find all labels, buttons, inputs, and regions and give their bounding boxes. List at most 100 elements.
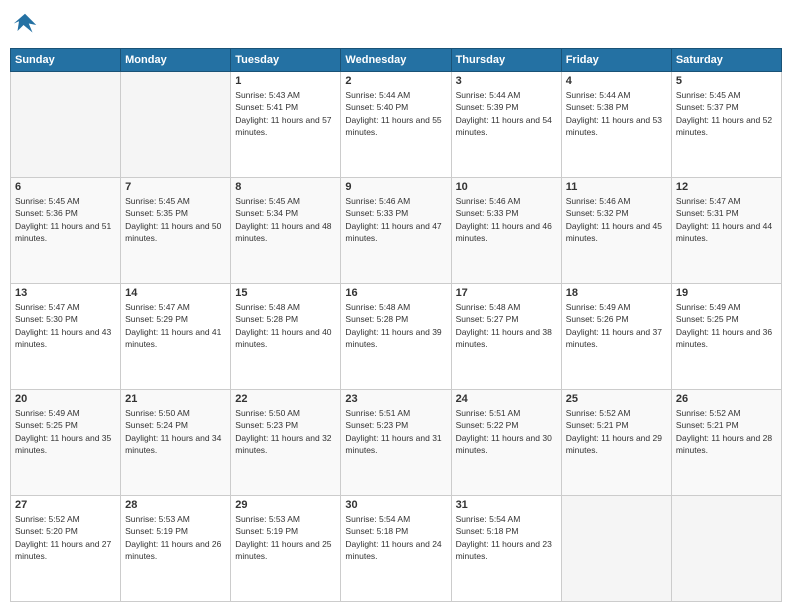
day-info: Sunrise: 5:44 AM Sunset: 5:40 PM Dayligh…	[345, 89, 446, 138]
day-info: Sunrise: 5:46 AM Sunset: 5:32 PM Dayligh…	[566, 195, 667, 244]
day-cell	[11, 72, 121, 178]
day-cell: 10 Sunrise: 5:46 AM Sunset: 5:33 PM Dayli…	[451, 178, 561, 284]
day-cell: 11 Sunrise: 5:46 AM Sunset: 5:32 PM Dayli…	[561, 178, 671, 284]
day-cell: 23Sunrise: 5:51 AM Sunset: 5:23 PM Dayli…	[341, 390, 451, 496]
calendar-table: SundayMondayTuesdayWednesdayThursdayFrid…	[10, 48, 782, 602]
header	[10, 10, 782, 40]
day-info: Sunrise: 5:53 AM Sunset: 5:19 PM Dayligh…	[235, 513, 336, 562]
day-cell: 6 Sunrise: 5:45 AM Sunset: 5:36 PM Daylig…	[11, 178, 121, 284]
day-number: 2	[345, 75, 446, 87]
week-row-5: 27 Sunrise: 5:52 AM Sunset: 5:20 PM Dayli…	[11, 496, 782, 602]
day-header-sunday: Sunday	[11, 49, 121, 72]
week-row-3: 13 Sunrise: 5:47 AM Sunset: 5:30 PM Dayli…	[11, 284, 782, 390]
day-info: Sunrise: 5:43 AM Sunset: 5:41 PM Dayligh…	[235, 89, 336, 138]
day-number: 29	[235, 499, 336, 511]
day-number: 19	[676, 287, 777, 299]
day-info: Sunrise: 5:44 AM Sunset: 5:38 PM Dayligh…	[566, 89, 667, 138]
logo-icon	[10, 10, 40, 40]
day-number: 27	[15, 499, 116, 511]
day-number: 6	[15, 181, 116, 193]
day-cell: 22 Sunrise: 5:50 AM Sunset: 5:23 PM Dayli…	[231, 390, 341, 496]
day-info: Sunrise: 5:45 AM Sunset: 5:35 PM Dayligh…	[125, 195, 226, 244]
day-info: Sunrise: 5:49 AM Sunset: 5:26 PM Dayligh…	[566, 301, 667, 350]
day-header-wednesday: Wednesday	[341, 49, 451, 72]
day-header-saturday: Saturday	[671, 49, 781, 72]
day-info: Sunrise: 5:44 AM Sunset: 5:39 PM Dayligh…	[456, 89, 557, 138]
day-number: 5	[676, 75, 777, 87]
day-cell: 19 Sunrise: 5:49 AM Sunset: 5:25 PM Dayli…	[671, 284, 781, 390]
day-number: 18	[566, 287, 667, 299]
day-info: Sunrise: 5:45 AM Sunset: 5:36 PM Dayligh…	[15, 195, 116, 244]
day-cell: 16 Sunrise: 5:48 AM Sunset: 5:28 PM Dayli…	[341, 284, 451, 390]
day-info: Sunrise: 5:45 AM Sunset: 5:34 PM Dayligh…	[235, 195, 336, 244]
day-header-friday: Friday	[561, 49, 671, 72]
day-number: 14	[125, 287, 226, 299]
day-number: 3	[456, 75, 557, 87]
day-cell: 25Sunrise: 5:52 AM Sunset: 5:21 PM Dayli…	[561, 390, 671, 496]
day-info: Sunrise: 5:54 AM Sunset: 5:18 PM Dayligh…	[456, 513, 557, 562]
day-number: 22	[235, 393, 336, 405]
day-info: Sunrise: 5:48 AM Sunset: 5:28 PM Dayligh…	[345, 301, 446, 350]
day-number: 21	[125, 393, 226, 405]
day-info: Sunrise: 5:50 AM Sunset: 5:24 PM Dayligh…	[125, 407, 226, 456]
day-info: Sunrise: 5:47 AM Sunset: 5:30 PM Dayligh…	[15, 301, 116, 350]
day-info: Sunrise: 5:54 AM Sunset: 5:18 PM Dayligh…	[345, 513, 446, 562]
day-cell: 8 Sunrise: 5:45 AM Sunset: 5:34 PM Daylig…	[231, 178, 341, 284]
day-info: Sunrise: 5:52 AM Sunset: 5:20 PM Dayligh…	[15, 513, 116, 562]
day-number: 4	[566, 75, 667, 87]
week-row-2: 6 Sunrise: 5:45 AM Sunset: 5:36 PM Daylig…	[11, 178, 782, 284]
day-cell: 12Sunrise: 5:47 AM Sunset: 5:31 PM Dayli…	[671, 178, 781, 284]
day-number: 11	[566, 181, 667, 193]
day-info: Sunrise: 5:49 AM Sunset: 5:25 PM Dayligh…	[676, 301, 777, 350]
day-cell: 2 Sunrise: 5:44 AM Sunset: 5:40 PM Daylig…	[341, 72, 451, 178]
day-number: 17	[456, 287, 557, 299]
day-info: Sunrise: 5:51 AM Sunset: 5:22 PM Dayligh…	[456, 407, 557, 456]
day-cell: 4 Sunrise: 5:44 AM Sunset: 5:38 PM Daylig…	[561, 72, 671, 178]
day-cell: 3 Sunrise: 5:44 AM Sunset: 5:39 PM Daylig…	[451, 72, 561, 178]
day-cell: 20 Sunrise: 5:49 AM Sunset: 5:25 PM Dayli…	[11, 390, 121, 496]
day-number: 26	[676, 393, 777, 405]
day-number: 10	[456, 181, 557, 193]
day-number: 16	[345, 287, 446, 299]
day-number: 8	[235, 181, 336, 193]
day-cell: 30 Sunrise: 5:54 AM Sunset: 5:18 PM Dayli…	[341, 496, 451, 602]
day-header-tuesday: Tuesday	[231, 49, 341, 72]
day-cell: 28 Sunrise: 5:53 AM Sunset: 5:19 PM Dayli…	[121, 496, 231, 602]
day-info: Sunrise: 5:46 AM Sunset: 5:33 PM Dayligh…	[456, 195, 557, 244]
day-number: 30	[345, 499, 446, 511]
day-number: 15	[235, 287, 336, 299]
day-info: Sunrise: 5:48 AM Sunset: 5:28 PM Dayligh…	[235, 301, 336, 350]
day-number: 9	[345, 181, 446, 193]
day-cell: 17Sunrise: 5:48 AM Sunset: 5:27 PM Dayli…	[451, 284, 561, 390]
day-info: Sunrise: 5:50 AM Sunset: 5:23 PM Dayligh…	[235, 407, 336, 456]
logo	[10, 10, 44, 40]
day-info: Sunrise: 5:53 AM Sunset: 5:19 PM Dayligh…	[125, 513, 226, 562]
day-cell	[561, 496, 671, 602]
week-row-1: 1Sunrise: 5:43 AM Sunset: 5:41 PM Daylig…	[11, 72, 782, 178]
day-cell: 14 Sunrise: 5:47 AM Sunset: 5:29 PM Dayli…	[121, 284, 231, 390]
day-cell: 13 Sunrise: 5:47 AM Sunset: 5:30 PM Dayli…	[11, 284, 121, 390]
day-number: 28	[125, 499, 226, 511]
day-info: Sunrise: 5:46 AM Sunset: 5:33 PM Dayligh…	[345, 195, 446, 244]
day-cell: 5 Sunrise: 5:45 AM Sunset: 5:37 PM Daylig…	[671, 72, 781, 178]
day-header-thursday: Thursday	[451, 49, 561, 72]
day-info: Sunrise: 5:52 AM Sunset: 5:21 PM Dayligh…	[566, 407, 667, 456]
day-cell	[671, 496, 781, 602]
day-number: 13	[15, 287, 116, 299]
day-cell: 27 Sunrise: 5:52 AM Sunset: 5:20 PM Dayli…	[11, 496, 121, 602]
day-cell: 21 Sunrise: 5:50 AM Sunset: 5:24 PM Dayli…	[121, 390, 231, 496]
day-info: Sunrise: 5:45 AM Sunset: 5:37 PM Dayligh…	[676, 89, 777, 138]
day-number: 31	[456, 499, 557, 511]
day-cell: 7Sunrise: 5:45 AM Sunset: 5:35 PM Daylig…	[121, 178, 231, 284]
day-cell	[121, 72, 231, 178]
day-cell: 24 Sunrise: 5:51 AM Sunset: 5:22 PM Dayli…	[451, 390, 561, 496]
day-cell: 26Sunrise: 5:52 AM Sunset: 5:21 PM Dayli…	[671, 390, 781, 496]
day-number: 20	[15, 393, 116, 405]
day-info: Sunrise: 5:47 AM Sunset: 5:29 PM Dayligh…	[125, 301, 226, 350]
day-cell: 9 Sunrise: 5:46 AM Sunset: 5:33 PM Daylig…	[341, 178, 451, 284]
header-row: SundayMondayTuesdayWednesdayThursdayFrid…	[11, 49, 782, 72]
day-info: Sunrise: 5:51 AM Sunset: 5:23 PM Dayligh…	[345, 407, 446, 456]
page: SundayMondayTuesdayWednesdayThursdayFrid…	[0, 0, 792, 612]
day-number: 24	[456, 393, 557, 405]
day-info: Sunrise: 5:49 AM Sunset: 5:25 PM Dayligh…	[15, 407, 116, 456]
